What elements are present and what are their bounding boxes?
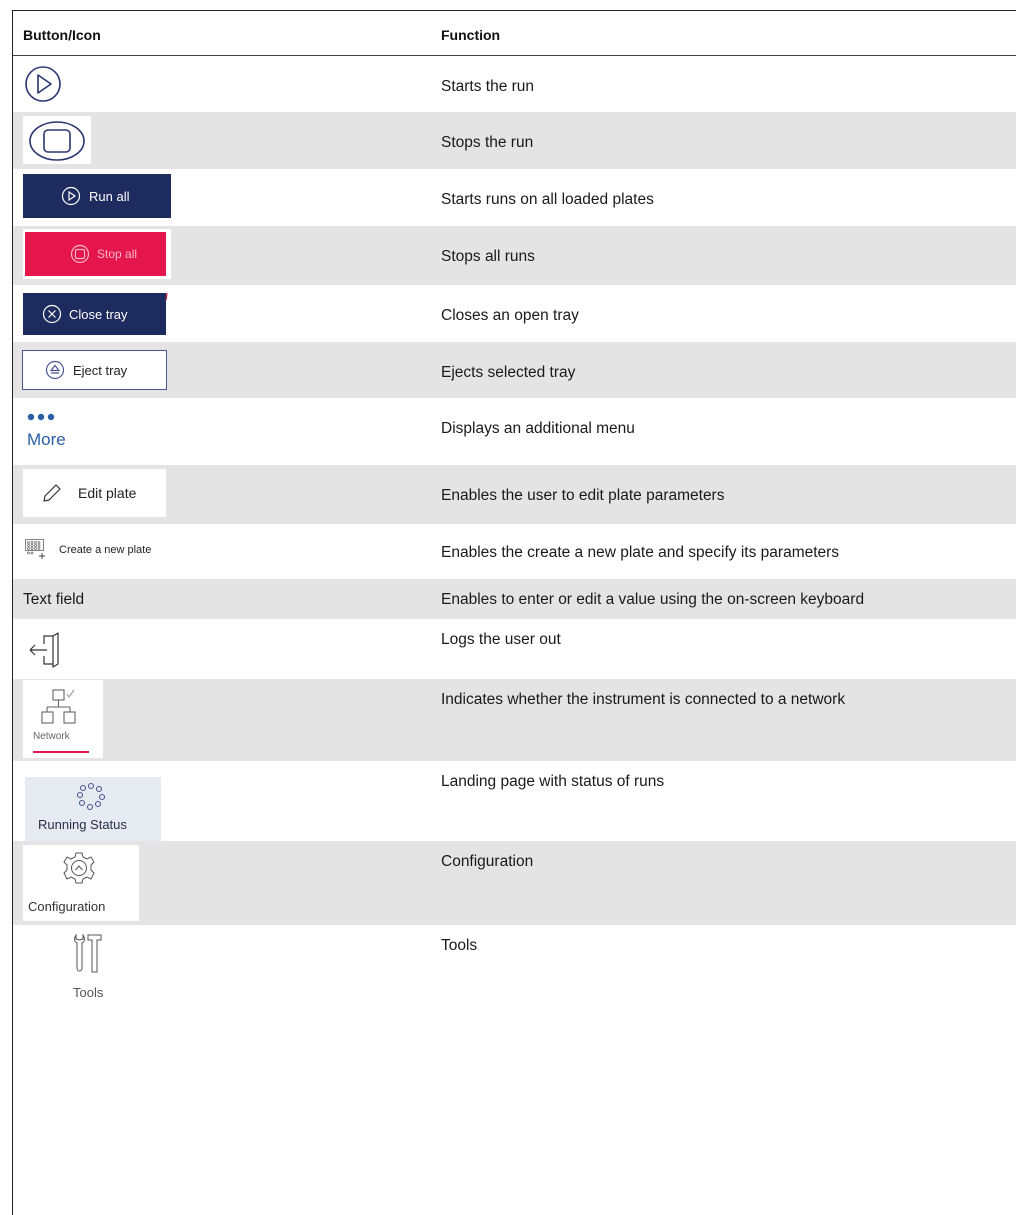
configuration-button[interactable]: Configuration: [23, 845, 139, 921]
table-row: Run all Starts runs on all loaded plates: [13, 169, 1016, 226]
stop-circle-icon[interactable]: [26, 120, 88, 162]
row-function: Landing page with status of runs: [441, 773, 665, 790]
row-function: Ejects selected tray: [441, 364, 576, 381]
button-label: Close tray: [69, 306, 128, 322]
row-function: Stops the run: [441, 134, 534, 151]
table-row: Eject tray Ejects selected tray: [13, 342, 1016, 398]
row-function: Starts the run: [441, 78, 535, 95]
header-function: Function: [441, 27, 501, 43]
table-row: Edit plate Enables the user to edit plat…: [13, 465, 1016, 524]
more-label: More: [27, 430, 66, 449]
button-label: Create a new plate: [59, 544, 152, 556]
running-status-icon: [76, 782, 106, 811]
more-icon: [27, 413, 55, 421]
table-row: Network Indicates whether the instrument…: [13, 679, 1016, 761]
row-function: Configuration: [441, 853, 534, 870]
button-label: Run all: [89, 188, 130, 204]
table-row: Tools Tools: [13, 925, 1016, 1215]
table-row: Text field Enables to enter or edit a va…: [13, 579, 1016, 619]
play-circle-icon: [61, 186, 81, 206]
tools-icon: [74, 933, 102, 973]
table-row: More Displays an additional menu: [13, 398, 1016, 465]
play-circle-icon[interactable]: [23, 64, 63, 104]
stop-all-button[interactable]: Stop all: [25, 232, 166, 276]
button-label: Edit plate: [78, 485, 137, 501]
row-function: Stops all runs: [441, 248, 535, 265]
create-plate-button[interactable]: Create a new plate: [25, 536, 205, 564]
more-button[interactable]: More: [27, 412, 87, 460]
edit-plate-button[interactable]: Edit plate: [23, 469, 166, 517]
row-function: Starts runs on all loaded plates: [441, 191, 654, 208]
configuration-icon: [63, 852, 95, 884]
button-label: Stop all: [97, 247, 138, 261]
running-status-button[interactable]: Running Status: [25, 777, 161, 841]
table-row: Logs the user out: [13, 619, 1016, 679]
tools-label: Tools: [73, 985, 104, 1000]
network-button[interactable]: Network: [23, 680, 103, 758]
red-mark: [165, 293, 168, 301]
plate-add-icon: [25, 539, 45, 559]
active-underline: [33, 751, 89, 753]
header-button-icon: Button/Icon: [23, 27, 101, 43]
run-all-button[interactable]: Run all: [23, 174, 171, 218]
table-row: Stop all Stops all runs: [13, 226, 1016, 285]
table-header: Button/Icon Function: [13, 11, 1016, 56]
network-label: Network: [33, 731, 70, 742]
close-tray-button[interactable]: Close tray: [23, 293, 166, 335]
table-row: Starts the run: [13, 56, 1016, 112]
text-field-label: Text field: [23, 591, 85, 608]
row-function: Logs the user out: [441, 631, 561, 648]
row-function: Closes an open tray: [441, 307, 579, 324]
row-function: Enables the user to edit plate parameter…: [441, 487, 725, 504]
row-function: Enables the create a new plate and speci…: [441, 544, 840, 561]
network-icon: [41, 689, 76, 724]
table-row: Stops the run: [13, 112, 1016, 169]
button-icon-table: Button/Icon Function Starts the run Stop…: [12, 10, 1016, 1215]
row-function: Displays an additional menu: [441, 420, 635, 437]
table-row: Running Status Landing page with status …: [13, 761, 1016, 841]
table-row: Close tray Closes an open tray: [13, 285, 1016, 342]
tools-button[interactable]: Tools: [23, 931, 143, 1011]
running-status-label: Running Status: [38, 817, 127, 832]
row-function: Enables to enter or edit a value using t…: [441, 591, 865, 608]
row-function: Indicates whether the instrument is conn…: [441, 691, 846, 708]
close-icon: [42, 304, 62, 324]
pencil-icon: [43, 484, 61, 502]
button-label: Eject tray: [73, 362, 128, 378]
table-row: Create a new plate Enables the create a …: [13, 524, 1016, 579]
eject-tray-button[interactable]: Eject tray: [22, 350, 167, 390]
configuration-label: Configuration: [28, 899, 106, 914]
stop-circle-icon: [70, 244, 90, 264]
logout-icon[interactable]: [27, 630, 67, 670]
row-function: Tools: [441, 937, 478, 954]
eject-icon: [45, 360, 65, 380]
table-row: Configuration Configuration: [13, 841, 1016, 925]
